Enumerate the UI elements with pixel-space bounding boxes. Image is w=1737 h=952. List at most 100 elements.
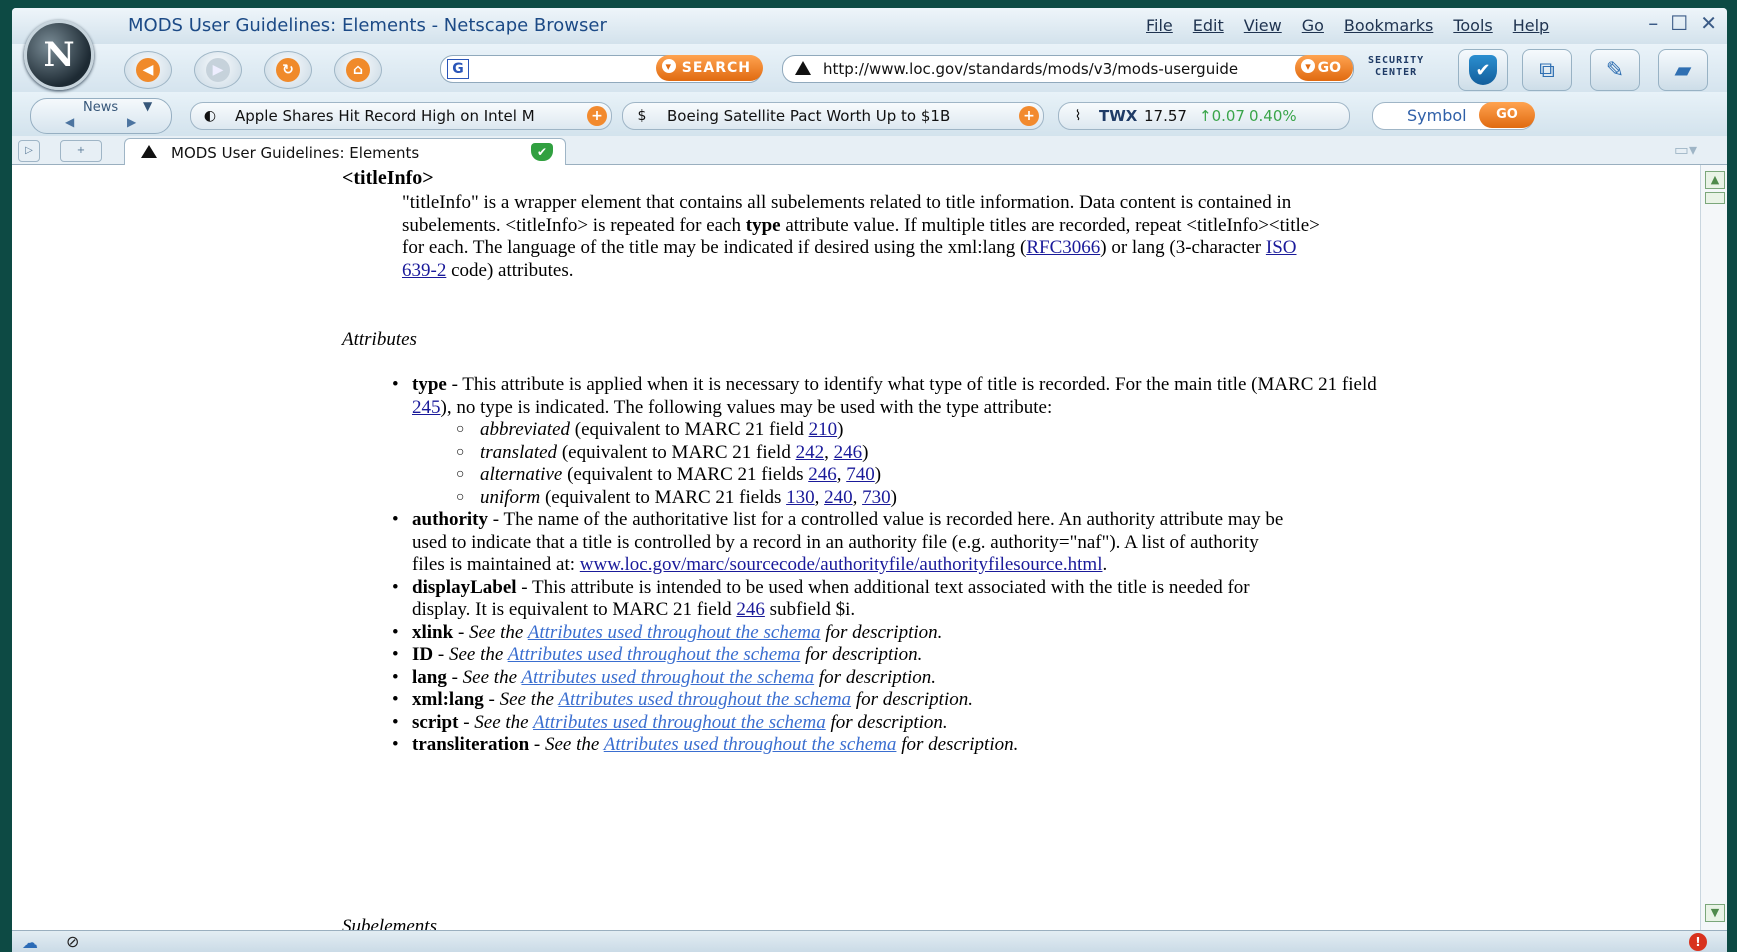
reload-button[interactable]: ↻ xyxy=(264,51,312,89)
windows-button[interactable]: ⧉ xyxy=(1522,49,1572,91)
attribute-text: - See the xyxy=(433,644,508,665)
chevron-down-icon[interactable]: ▼ xyxy=(143,99,152,113)
scroll-thumb[interactable] xyxy=(1705,192,1725,204)
marc-130-link[interactable]: 130 xyxy=(786,487,815,508)
search-button[interactable]: SEARCH xyxy=(655,55,763,81)
popup-blocker-icon[interactable]: ⊘ xyxy=(66,932,79,951)
go-button[interactable]: GO xyxy=(1295,55,1353,81)
security-shield-button[interactable]: ✔ xyxy=(1458,49,1508,91)
stock-ticker[interactable]: ⌇ TWX 17.57 ↑0.07 0.40% xyxy=(1058,102,1350,130)
home-button[interactable]: ⌂ xyxy=(334,51,382,89)
headline-text: Boeing Satellite Pact Worth Up to $1B xyxy=(667,107,951,125)
forward-button[interactable]: ▶ xyxy=(194,51,242,89)
value-text: ) xyxy=(874,464,882,485)
attribute-text: - See the xyxy=(529,734,604,755)
alert-icon[interactable]: ! xyxy=(1689,933,1707,951)
schema-attributes-link[interactable]: Attributes used throughout the schema xyxy=(558,689,851,710)
shield-check-icon: ✔ xyxy=(1469,55,1497,85)
attribute-text: for description. xyxy=(814,666,937,688)
symbol-lookup[interactable]: Symbol GO xyxy=(1372,102,1535,130)
schema-link-text: Attributes used throughout the schema xyxy=(603,734,897,755)
attributes-heading: Attributes xyxy=(342,329,417,350)
scroll-up-icon[interactable]: ▲ xyxy=(1705,171,1725,189)
attribute-type: type - This attribute is applied when it… xyxy=(362,374,1402,509)
marc-246-link[interactable]: 246 xyxy=(834,442,863,463)
stock-percent: 0.40% xyxy=(1249,107,1297,125)
attribute-displaylabel: displayLabel - This attribute is intende… xyxy=(362,577,1292,622)
marc-730-link[interactable]: 730 xyxy=(862,487,891,508)
headline-pill-apple[interactable]: ◐ Apple Shares Hit Record High on Intel … xyxy=(190,102,612,130)
attribute-text: subfield $i. xyxy=(764,599,856,620)
minimize-button[interactable]: – xyxy=(1648,11,1658,35)
add-icon[interactable]: + xyxy=(1019,106,1039,126)
authority-files-link[interactable]: www.loc.gov/marc/sourcecode/authorityfil… xyxy=(580,554,1103,575)
edit-button[interactable]: ✎ xyxy=(1590,49,1640,91)
marc-246-link[interactable]: 246 xyxy=(808,464,837,485)
schema-attributes-link[interactable]: Attributes used throughout the schema xyxy=(604,734,897,755)
rfc3066-link[interactable]: RFC3066 xyxy=(1026,237,1100,258)
menu-edit[interactable]: Edit xyxy=(1193,16,1224,35)
eraser-button[interactable]: ▰ xyxy=(1658,49,1708,91)
add-icon[interactable]: + xyxy=(587,106,607,126)
value-term: translated xyxy=(480,441,558,463)
marc-245-link[interactable]: 245 xyxy=(412,397,441,418)
stock-symbol: TWX xyxy=(1099,107,1138,125)
scroll-down-icon[interactable]: ▼ xyxy=(1705,904,1725,922)
marc-240-link[interactable]: 240 xyxy=(824,487,853,508)
schema-attributes-link[interactable]: Attributes used throughout the schema xyxy=(528,622,821,643)
next-arrow-icon[interactable]: ▶ xyxy=(127,115,136,129)
marc-242-link[interactable]: 242 xyxy=(796,442,825,463)
personal-toolbar: News ▼ ◀ ▶ ◐ Apple Shares Hit Record Hig… xyxy=(12,92,1727,136)
back-arrow-icon: ◀ xyxy=(136,58,160,82)
tab-bar: ▷ + MODS User Guidelines: Elements ✔ ▭▾ xyxy=(12,136,1727,165)
news-label: News xyxy=(83,100,119,115)
close-button[interactable]: ✕ xyxy=(1700,11,1717,35)
connection-icon[interactable]: ☁ xyxy=(22,933,38,952)
tab-mods-user-guidelines[interactable]: MODS User Guidelines: Elements ✔ xyxy=(124,138,566,165)
menu-tools[interactable]: Tools xyxy=(1453,16,1492,35)
attribute-name: authority xyxy=(412,509,488,530)
menu-view[interactable]: View xyxy=(1244,16,1282,35)
back-button[interactable]: ◀ xyxy=(124,51,172,89)
attribute-text: - See the xyxy=(446,666,522,688)
url-input[interactable]: http://www.loc.gov/standards/mods/v3/mod… xyxy=(823,60,1238,78)
reload-icon: ↻ xyxy=(276,58,300,82)
attribute-name: xml:lang xyxy=(412,689,484,710)
value-term: uniform xyxy=(480,486,541,508)
marc-740-link[interactable]: 740 xyxy=(846,464,875,485)
schema-attributes-link[interactable]: Attributes used throughout the schema xyxy=(508,644,801,665)
search-box[interactable]: G SEARCH xyxy=(440,55,763,83)
symbol-go-button[interactable]: GO xyxy=(1479,102,1535,128)
chart-icon: ⌇ xyxy=(1074,108,1082,124)
value-text: (equivalent to MARC 21 fields xyxy=(540,486,787,508)
browser-window: MODS User Guidelines: Elements - Netscap… xyxy=(12,8,1727,952)
security-center-label[interactable]: SECURITY CENTER xyxy=(1368,55,1424,79)
marc-246-link[interactable]: 246 xyxy=(736,599,765,620)
sidebar-toggle-icon[interactable]: ▷ xyxy=(18,140,40,162)
menu-help[interactable]: Help xyxy=(1513,16,1549,35)
attribute-authority: authority - The name of the authoritativ… xyxy=(362,509,1292,577)
attribute-name: displayLabel xyxy=(412,576,517,598)
menu-go[interactable]: Go xyxy=(1302,16,1324,35)
attribute-lang: lang - See the Attributes used throughou… xyxy=(362,667,1402,690)
maximize-button[interactable]: ☐ xyxy=(1670,11,1688,35)
new-tab-icon[interactable]: + xyxy=(60,140,102,162)
menu-file[interactable]: File xyxy=(1146,16,1173,35)
vertical-scrollbar[interactable]: ▲ ▼ xyxy=(1700,165,1727,930)
attribute-xlink: xlink - See the Attributes used througho… xyxy=(362,622,1402,645)
marc-210-link[interactable]: 210 xyxy=(809,419,838,440)
attribute-text: for description. xyxy=(800,644,923,665)
attribute-script: script - See the Attributes used through… xyxy=(362,712,1402,735)
headline-pill-boeing[interactable]: $ Boeing Satellite Pact Worth Up to $1B … xyxy=(622,102,1044,130)
schema-attributes-link[interactable]: Attributes used throughout the schema xyxy=(533,712,826,733)
attribute-xml-lang: xml:lang - See the Attributes used throu… xyxy=(362,689,1402,712)
menu-bookmarks[interactable]: Bookmarks xyxy=(1344,16,1433,35)
schema-attributes-link[interactable]: Attributes used throughout the schema xyxy=(521,667,814,688)
value-text: ) xyxy=(837,419,844,440)
attribute-text: ), no type is indicated. The following v… xyxy=(440,396,1053,418)
news-selector[interactable]: News ▼ ◀ ▶ xyxy=(30,98,172,134)
symbol-input[interactable]: Symbol xyxy=(1407,106,1467,125)
tab-list-icon[interactable]: ▭▾ xyxy=(1674,140,1697,159)
previous-arrow-icon[interactable]: ◀ xyxy=(65,115,74,129)
url-bar[interactable]: http://www.loc.gov/standards/mods/v3/mod… xyxy=(782,55,1354,83)
